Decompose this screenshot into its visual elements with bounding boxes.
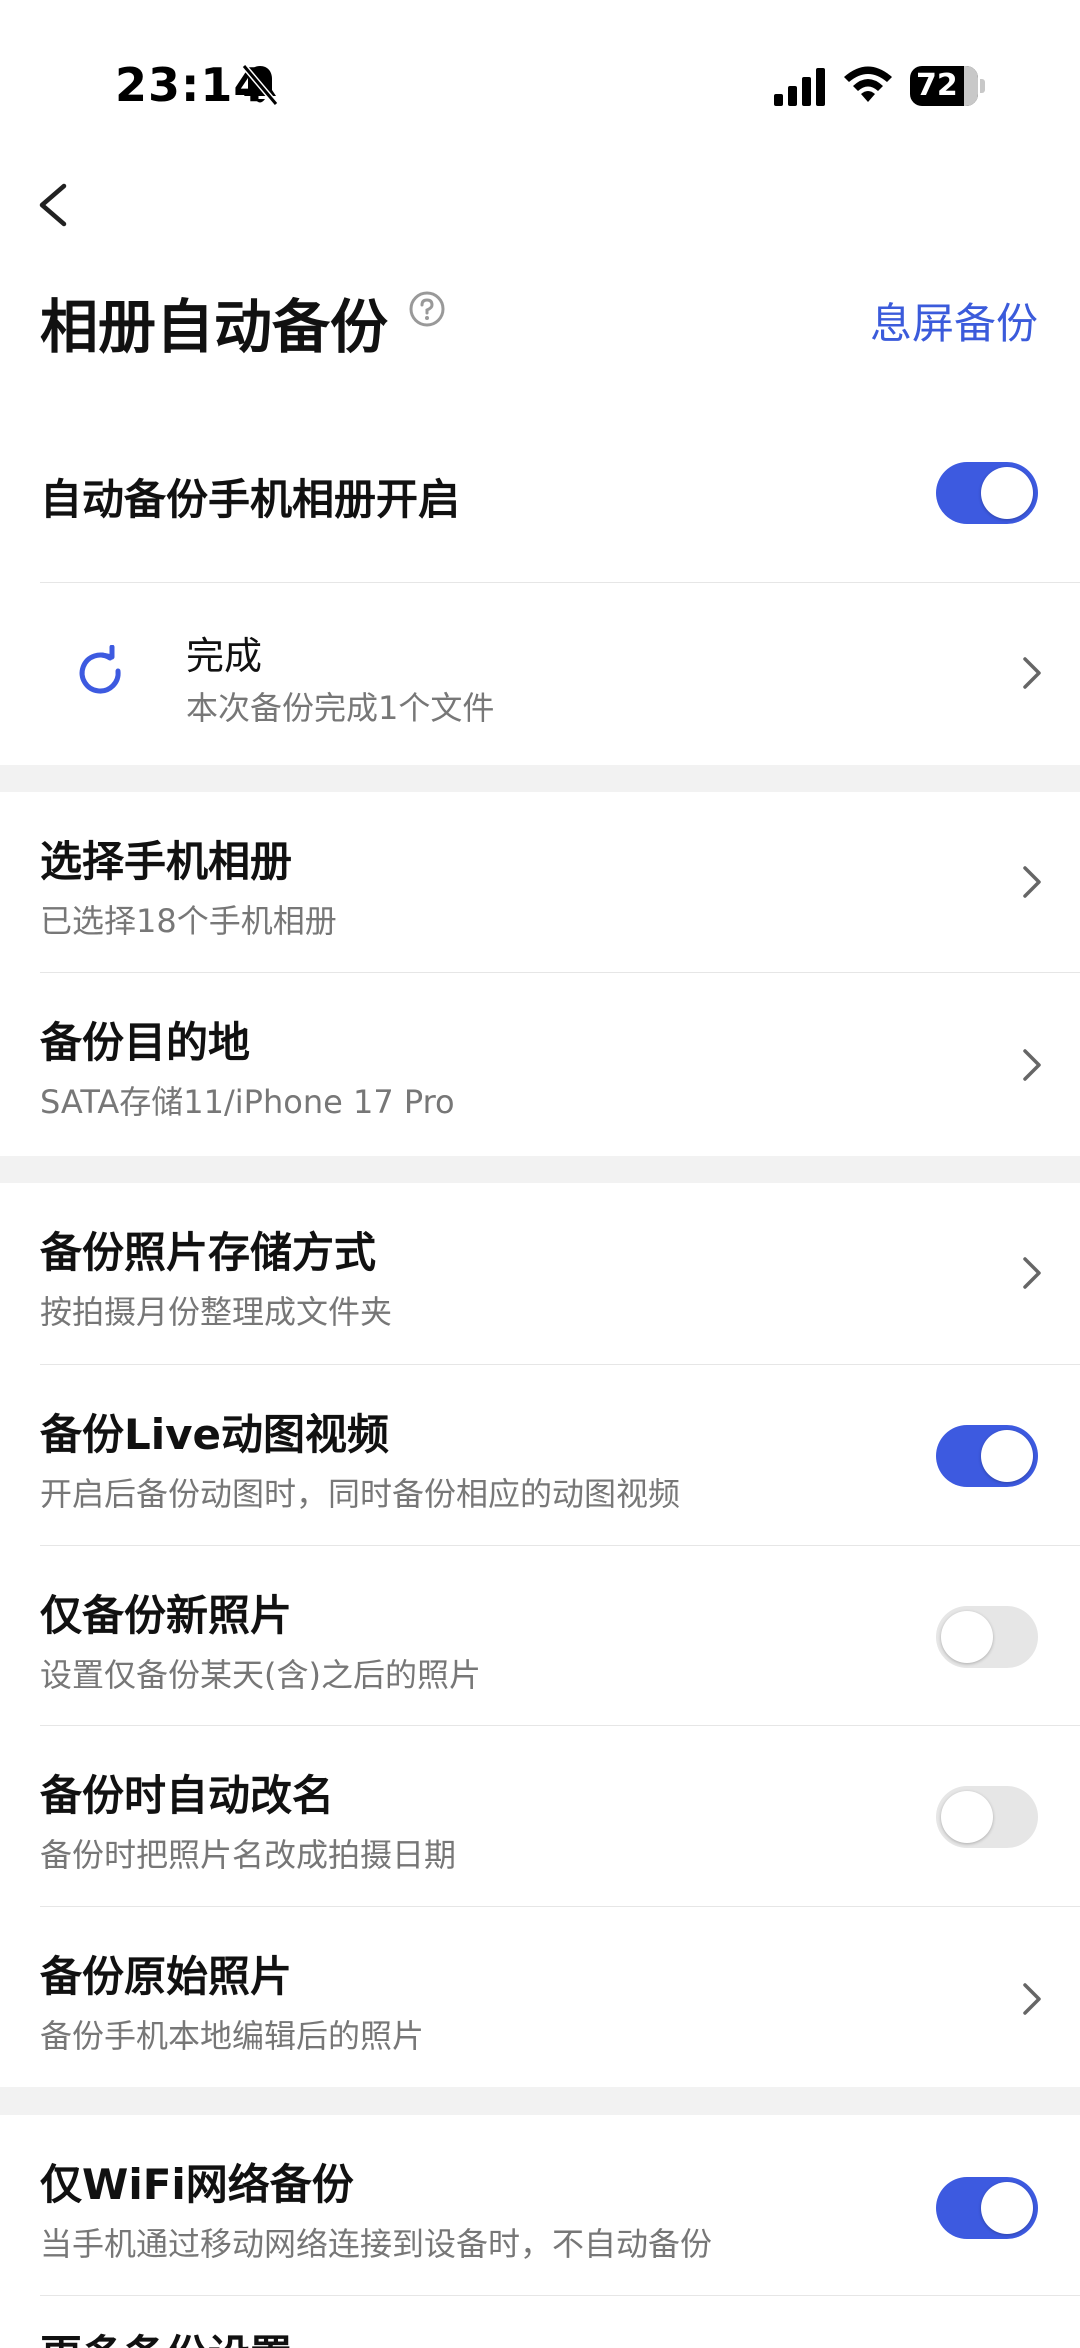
photo-storage-mode-title: 备份照片存储方式 bbox=[40, 1228, 377, 1277]
chevron-right-icon bbox=[1023, 1983, 1041, 2015]
wifi-icon bbox=[844, 66, 892, 102]
chevron-right-icon bbox=[1023, 866, 1041, 898]
page-title: 相册自动备份 bbox=[40, 293, 389, 361]
wifi-only-row[interactable]: 仅WiFi网络备份 当手机通过移动网络连接到设备时，不自动备份 bbox=[0, 2115, 1080, 2295]
new-photos-only-subtitle: 设置仅备份某天(含)之后的照片 bbox=[40, 1656, 481, 1694]
bell-slash-icon bbox=[241, 64, 279, 106]
chevron-right-icon bbox=[1023, 1257, 1041, 1289]
chevron-right-icon bbox=[1023, 1049, 1041, 1081]
section-gap bbox=[0, 2087, 1080, 2115]
status-bar: 23:14 72 bbox=[0, 0, 1080, 170]
live-photo-video-subtitle: 开启后备份动图时，同时备份相应的动图视频 bbox=[40, 1475, 681, 1513]
live-photo-video-title: 备份Live动图视频 bbox=[40, 1410, 390, 1459]
new-photos-only-row[interactable]: 仅备份新照片 设置仅备份某天(含)之后的照片 bbox=[0, 1546, 1080, 1725]
battery-nub bbox=[980, 79, 985, 93]
auto-backup-row[interactable]: 自动备份手机相册开启 bbox=[0, 440, 1080, 582]
wifi-only-title: 仅WiFi网络备份 bbox=[40, 2160, 354, 2209]
photo-storage-mode-row[interactable]: 备份照片存储方式 按拍摄月份整理成文件夹 bbox=[0, 1183, 1080, 1364]
battery-level: 72 bbox=[916, 68, 958, 103]
more-settings-title: 更多备份设置 bbox=[40, 2322, 292, 2348]
auto-backup-label: 自动备份手机相册开启 bbox=[40, 475, 461, 524]
cellular-signal-icon bbox=[774, 68, 825, 106]
more-settings-row[interactable]: 更多备份设置 bbox=[0, 2296, 1080, 2348]
back-arrow-icon[interactable] bbox=[28, 170, 88, 240]
auto-rename-title: 备份时自动改名 bbox=[40, 1771, 335, 1820]
photo-storage-mode-subtitle: 按拍摄月份整理成文件夹 bbox=[40, 1293, 393, 1331]
original-photos-row[interactable]: 备份原始照片 备份手机本地编辑后的照片 bbox=[0, 1907, 1080, 2087]
select-albums-row[interactable]: 选择手机相册 已选择18个手机相册 bbox=[0, 792, 1080, 972]
auto-rename-subtitle: 备份时把照片名改成拍摄日期 bbox=[40, 1836, 457, 1874]
backup-destination-title: 备份目的地 bbox=[40, 1018, 251, 1067]
backup-status-subtitle: 本次备份完成1个文件 bbox=[186, 689, 495, 727]
wifi-only-subtitle: 当手机通过移动网络连接到设备时，不自动备份 bbox=[40, 2225, 713, 2263]
new-photos-only-title: 仅备份新照片 bbox=[40, 1591, 293, 1640]
battery-icon: 72 bbox=[910, 66, 978, 106]
live-photo-video-row[interactable]: 备份Live动图视频 开启后备份动图时，同时备份相应的动图视频 bbox=[0, 1365, 1080, 1545]
section-gap bbox=[0, 765, 1080, 792]
help-icon[interactable] bbox=[408, 290, 446, 328]
screen-off-backup-link[interactable]: 息屏备份 bbox=[870, 290, 1038, 351]
sync-icon bbox=[79, 645, 121, 694]
live-photo-video-toggle[interactable] bbox=[936, 1425, 1038, 1487]
auto-rename-toggle[interactable] bbox=[936, 1786, 1038, 1848]
auto-backup-toggle[interactable] bbox=[936, 462, 1038, 524]
backup-destination-row[interactable]: 备份目的地 SATA存储11/iPhone 17 Pro bbox=[0, 973, 1080, 1156]
chevron-right-icon bbox=[1023, 657, 1041, 689]
backup-destination-subtitle: SATA存储11/iPhone 17 Pro bbox=[40, 1083, 455, 1121]
backup-status-row[interactable]: 完成 本次备份完成1个文件 bbox=[0, 583, 1080, 765]
new-photos-only-toggle[interactable] bbox=[936, 1606, 1038, 1668]
original-photos-subtitle: 备份手机本地编辑后的照片 bbox=[40, 2017, 425, 2055]
original-photos-title: 备份原始照片 bbox=[40, 1952, 293, 2001]
section-gap bbox=[0, 1156, 1080, 1183]
auto-rename-row[interactable]: 备份时自动改名 备份时把照片名改成拍摄日期 bbox=[0, 1726, 1080, 1906]
wifi-only-toggle[interactable] bbox=[936, 2177, 1038, 2239]
select-albums-title: 选择手机相册 bbox=[40, 837, 293, 886]
backup-status-title: 完成 bbox=[186, 634, 263, 678]
select-albums-subtitle: 已选择18个手机相册 bbox=[40, 902, 337, 940]
